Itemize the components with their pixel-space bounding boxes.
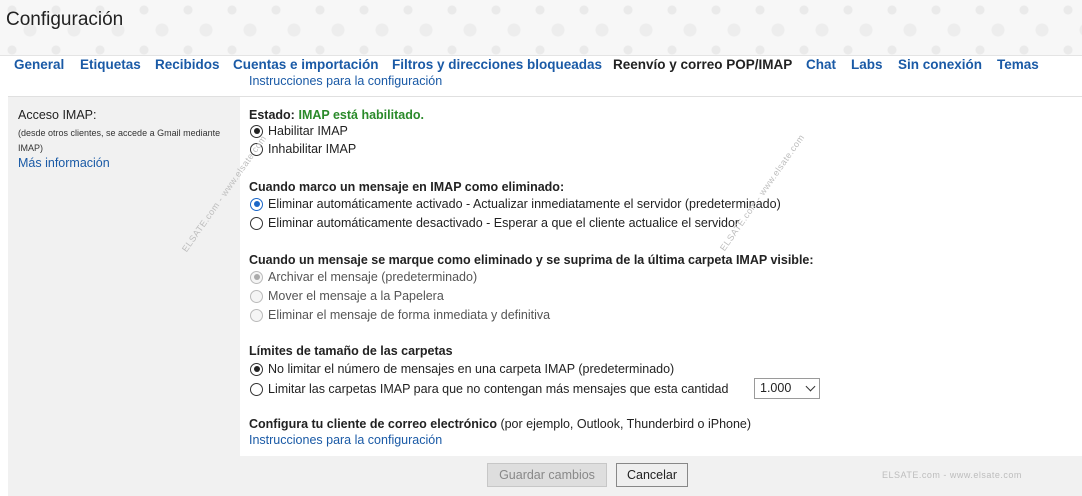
tab-accounts[interactable]: Cuentas e importación [233,57,379,72]
auto-expunge-on-radio[interactable] [250,197,263,211]
message-count-select[interactable]: 1.000 [754,378,820,399]
tab-labs[interactable]: Labs [851,57,883,72]
more-info-link[interactable]: Más información [18,156,110,170]
auto-expunge-off-label: Eliminar automáticamente desactivado - E… [268,216,740,230]
imap-sidebar: Acceso IMAP: (desde otros clientes, se a… [8,97,240,457]
setup-instructions-link-top[interactable]: Instrucciones para la configuración [249,74,442,88]
archive-message-radio[interactable] [250,270,263,284]
tab-forwarding-pop-imap[interactable]: Reenvío y correo POP/IMAP [613,57,792,72]
tab-inbox[interactable]: Recibidos [155,57,220,72]
auto-expunge-off-radio[interactable] [250,216,263,230]
status-value: IMAP está habilitado. [298,108,424,122]
delete-forever-option[interactable]: Eliminar el mensaje de forma inmediata y… [250,307,550,323]
watermark-bottom: ELSATE.com - www.elsate.com [882,470,1022,480]
header: Configuración [0,0,1082,56]
no-limit-radio[interactable] [250,362,263,376]
auto-expunge-on-label: Eliminar automáticamente activado - Actu… [268,197,781,211]
tab-themes[interactable]: Temas [997,57,1039,72]
no-limit-option[interactable]: No limitar el número de mensajes en una … [250,361,674,377]
imap-access-description: (desde otros clientes, se accede a Gmail… [18,128,221,153]
client-config-heading: Configura tu cliente de correo electróni… [249,417,751,431]
expunge-section-title: Cuando un mensaje se marque como elimina… [249,253,814,267]
setup-instructions-link[interactable]: Instrucciones para la configuración [249,433,442,447]
limit-folders-label: Limitar las carpetas IMAP para que no co… [268,382,729,396]
client-config-subtitle: (por ejemplo, Outlook, Thunderbird o iPh… [496,417,752,431]
tab-general[interactable]: General [14,57,64,72]
settings-tabs: General Etiquetas Recibidos Cuentas e im… [0,56,1082,77]
delete-forever-radio[interactable] [250,308,263,322]
auto-expunge-on-option[interactable]: Eliminar automáticamente activado - Actu… [250,196,781,212]
disable-imap-label: Inhabilitar IMAP [268,142,357,156]
enable-imap-label: Habilitar IMAP [268,124,348,138]
page-title: Configuración [6,9,124,30]
tab-offline[interactable]: Sin conexión [898,57,982,72]
delete-section-title: Cuando marco un mensaje en IMAP como eli… [249,180,565,194]
archive-message-option[interactable]: Archivar el mensaje (predeterminado) [250,269,477,285]
limit-folders-option[interactable]: Limitar las carpetas IMAP para que no co… [250,381,728,397]
move-to-trash-radio[interactable] [250,289,263,303]
no-limit-label: No limitar el número de mensajes en una … [268,362,675,376]
archive-message-label: Archivar el mensaje (predeterminado) [268,270,478,284]
cancel-button[interactable]: Cancelar [616,463,688,487]
status-label: Estado: [249,108,295,122]
imap-access-title: Acceso IMAP: [18,108,97,122]
imap-settings-section: Acceso IMAP: (desde otros clientes, se a… [8,96,1082,457]
tab-labels[interactable]: Etiquetas [80,57,141,72]
auto-expunge-off-option[interactable]: Eliminar automáticamente desactivado - E… [250,215,739,231]
disable-imap-option[interactable]: Inhabilitar IMAP [250,141,356,157]
folder-limits-title: Límites de tamaño de las carpetas [249,344,453,358]
move-to-trash-label: Mover el mensaje a la Papelera [268,289,444,303]
delete-forever-label: Eliminar el mensaje de forma inmediata y… [268,308,551,322]
limit-folders-radio[interactable] [250,382,263,396]
tab-filters[interactable]: Filtros y direcciones bloqueadas [392,57,602,72]
save-changes-button[interactable]: Guardar cambios [487,463,607,487]
chevron-down-icon [805,381,816,392]
message-count-value: 1.000 [760,381,792,395]
move-to-trash-option[interactable]: Mover el mensaje a la Papelera [250,288,444,304]
tab-chat[interactable]: Chat [806,57,836,72]
client-config-title: Configura tu cliente de correo electróni… [249,417,497,431]
imap-status: Estado: IMAP está habilitado. [249,107,424,122]
